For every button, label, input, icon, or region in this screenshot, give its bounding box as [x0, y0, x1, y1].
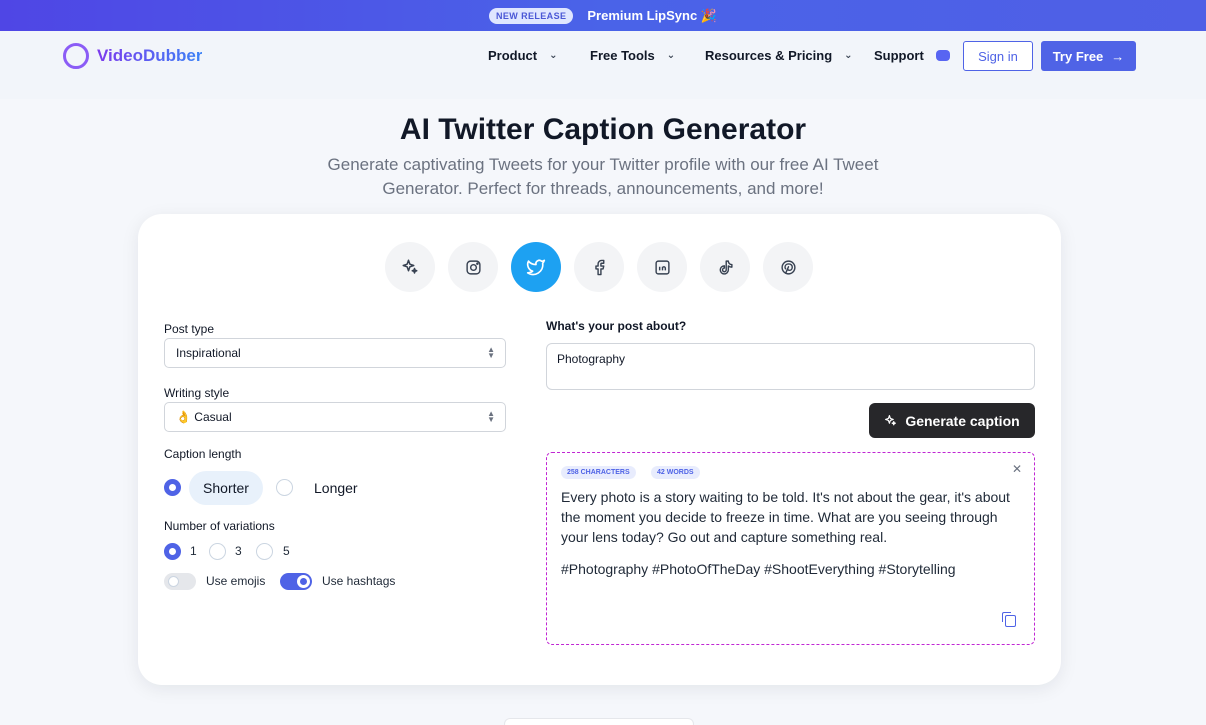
bottom-tab-strip: [504, 718, 694, 725]
use-emojis-toggle[interactable]: [164, 573, 196, 590]
platform-twitter-button[interactable]: [511, 242, 561, 292]
brand-logo[interactable]: VideoDubber: [63, 43, 202, 69]
writing-style-select[interactable]: 👌 Casual ▲ ▼: [164, 402, 506, 432]
platform-tiktok-button[interactable]: [700, 242, 750, 292]
length-shorter-option[interactable]: Shorter: [189, 471, 263, 505]
caption-text: Every photo is a story waiting to be tol…: [561, 489, 1010, 545]
variation-3-label[interactable]: 3: [235, 544, 242, 558]
word-count-badge: 42 WORDS: [651, 466, 700, 479]
facebook-icon: [594, 259, 604, 275]
generate-caption-label: Generate caption: [905, 412, 1020, 429]
post-topic-label: What's your post about?: [546, 319, 687, 333]
instagram-icon: [465, 259, 481, 275]
use-hashtags-label: Use hashtags: [322, 574, 396, 588]
platform-any-button[interactable]: [385, 242, 435, 292]
chevron-up-down-icon: ▲ ▼: [487, 409, 495, 424]
nav-free-tools[interactable]: Free Tools ⌄: [590, 48, 675, 63]
discord-icon: [935, 50, 950, 61]
platform-pinterest-button[interactable]: [763, 242, 813, 292]
variation-5-radio[interactable]: [256, 543, 273, 560]
variations-label: Number of variations: [164, 519, 275, 533]
chevron-up-down-icon: ▲ ▼: [487, 345, 495, 360]
brand-name: VideoDubber: [97, 46, 203, 65]
announcement-text[interactable]: Premium LipSync 🎉: [587, 8, 717, 24]
post-type-value: Inspirational: [176, 346, 241, 360]
page-title: AI Twitter Caption Generator: [399, 113, 807, 146]
close-icon[interactable]: ✕: [1012, 462, 1022, 476]
caption-result-card: 258 CHARACTERS 42 WORDS ✕ Every photo is…: [546, 452, 1035, 645]
tiktok-icon: [719, 259, 733, 275]
platform-selector: [385, 242, 813, 292]
sparkles-icon: [402, 259, 418, 274]
announcement-bar[interactable]: NEW RELEASE Premium LipSync 🎉: [0, 0, 1206, 31]
chevron-down-icon: ⌄: [844, 50, 853, 61]
nav-support-label: Support: [874, 48, 924, 63]
toggle-knob: [297, 575, 310, 588]
nav-resources-pricing[interactable]: Resources & Pricing ⌄: [705, 48, 853, 63]
page-subtitle: Generate captivating Tweets for your Twi…: [327, 155, 879, 198]
chevron-down-icon: ⌄: [549, 50, 558, 61]
generator-card: Post type Inspirational ▲ ▼ Writing style…: [138, 214, 1061, 685]
pinterest-icon: [780, 259, 796, 275]
platform-facebook-button[interactable]: [574, 242, 624, 292]
length-longer-radio[interactable]: [276, 479, 293, 496]
use-hashtags-toggle[interactable]: [280, 573, 312, 590]
nav-support[interactable]: Support: [874, 48, 950, 63]
variation-3-radio[interactable]: [209, 543, 226, 560]
new-release-badge: NEW RELEASE: [488, 7, 574, 24]
nav-resources-label: Resources & Pricing: [705, 48, 833, 63]
variation-5-label[interactable]: 5: [283, 544, 290, 558]
try-free-button[interactable]: Try Free →: [1041, 41, 1136, 71]
sparkles-icon: [885, 415, 897, 426]
twitter-icon: [526, 259, 546, 276]
variation-1-label[interactable]: 1: [190, 544, 197, 558]
character-count-badge: 258 CHARACTERS: [561, 466, 636, 479]
platform-linkedin-button[interactable]: [637, 242, 687, 292]
copy-icon[interactable]: [1002, 612, 1016, 627]
writing-style-label: Writing style: [164, 386, 230, 400]
nav-product[interactable]: Product ⌄: [488, 48, 558, 63]
try-free-label: Try Free: [1052, 48, 1104, 64]
use-emojis-label: Use emojis: [206, 574, 266, 588]
nav-free-tools-label: Free Tools: [590, 48, 655, 63]
writing-style-value: 👌 Casual: [176, 410, 232, 424]
generate-caption-button[interactable]: Generate caption: [869, 403, 1035, 438]
chevron-down-icon: ⌄: [666, 50, 676, 61]
caption-length-label: Caption length: [164, 447, 242, 461]
linkedin-icon: [654, 259, 670, 275]
navbar: VideoDubber Product ⌄ Free Tools ⌄ Resou…: [0, 31, 1206, 99]
post-type-label: Post type: [164, 322, 215, 336]
logo-icon: [63, 43, 89, 69]
length-longer-option[interactable]: Longer: [314, 480, 358, 496]
post-type-select[interactable]: Inspirational ▲ ▼: [164, 338, 506, 368]
length-shorter-radio[interactable]: [164, 479, 181, 496]
toggle-knob: [168, 576, 179, 587]
nav-product-label: Product: [488, 48, 538, 63]
sign-in-button[interactable]: Sign in: [963, 41, 1033, 71]
caption-hashtags: #Photography #PhotoOfTheDay #ShootEveryt…: [561, 561, 956, 577]
variation-1-radio[interactable]: [164, 543, 181, 560]
post-topic-input[interactable]: Photography: [546, 343, 1035, 390]
arrow-right-icon: →: [1111, 48, 1125, 64]
platform-instagram-button[interactable]: [448, 242, 498, 292]
